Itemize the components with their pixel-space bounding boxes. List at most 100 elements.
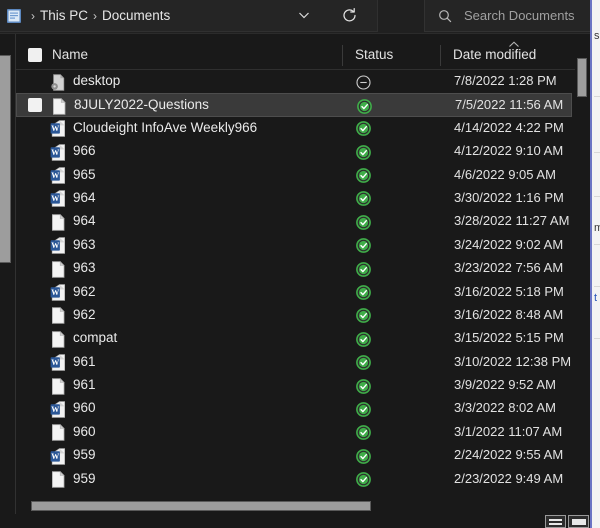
- file-row[interactable]: desktop 7/8/2022 1:28 PM: [16, 70, 572, 93]
- ini-config-file-icon: [50, 73, 66, 91]
- chevron-up-icon: [509, 41, 519, 47]
- file-date-modified: 3/1/2022 11:07 AM: [454, 423, 563, 439]
- documents-folder-icon: [7, 8, 21, 23]
- file-explorer-window: › This PC › Documents Search Documents N…: [0, 0, 590, 528]
- file-row[interactable]: 962 3/16/2022 8:48 AM: [16, 304, 572, 327]
- file-date-modified: 4/14/2022 4:22 PM: [454, 119, 564, 135]
- file-name: 961: [73, 377, 96, 393]
- file-row[interactable]: W 964 3/30/2022 1:16 PM: [16, 187, 572, 210]
- word-document-icon: W: [50, 401, 66, 418]
- svg-text:W: W: [51, 241, 59, 250]
- green-check-icon: [356, 308, 371, 324]
- file-row[interactable]: W 959 2/24/2022 9:55 AM: [16, 444, 572, 467]
- word-document-icon: W: [50, 284, 66, 301]
- file-name: 964: [73, 189, 96, 205]
- green-check-icon: [356, 378, 371, 394]
- file-row[interactable]: W 962 3/16/2022 5:18 PM: [16, 281, 572, 304]
- vertical-scrollbar-thumb[interactable]: [577, 58, 587, 97]
- file-row[interactable]: compat 3/15/2022 5:15 PM: [16, 327, 572, 350]
- green-check-icon: [357, 98, 372, 114]
- toolbar: › This PC › Documents: [0, 0, 590, 34]
- search-box[interactable]: [424, 0, 590, 32]
- details-view-icon: [571, 518, 586, 525]
- file-date-modified: 3/16/2022 5:18 PM: [454, 283, 564, 299]
- refresh-icon: [342, 7, 356, 21]
- svg-text:W: W: [51, 452, 59, 461]
- file-row[interactable]: 961 3/9/2022 9:52 AM: [16, 374, 572, 397]
- file-name: 961: [73, 353, 96, 369]
- search-icon: [439, 9, 452, 22]
- background-window[interactable]: s m t: [590, 0, 600, 528]
- file-row[interactable]: 8JULY2022-Questions 7/5/2022 11:56 AM: [16, 93, 572, 117]
- svg-text:W: W: [51, 124, 59, 133]
- file-name: 966: [73, 143, 96, 159]
- file-name: 8JULY2022-Questions: [74, 97, 209, 113]
- green-check-icon: [356, 331, 371, 347]
- file-row[interactable]: 963 3/23/2022 7:56 AM: [16, 257, 572, 280]
- file-row[interactable]: W 961 3/10/2022 12:38 PM: [16, 351, 572, 374]
- bg-rule: [594, 338, 600, 339]
- column-header-status[interactable]: Status: [355, 47, 393, 62]
- list-view-icon: [549, 519, 562, 521]
- file-row[interactable]: 960 3/1/2022 11:07 AM: [16, 421, 572, 444]
- generic-file-icon: [50, 471, 66, 488]
- horizontal-scrollbar-thumb[interactable]: [31, 501, 371, 511]
- status-bar: [0, 514, 590, 528]
- svg-text:W: W: [51, 195, 59, 204]
- file-name: desktop: [73, 73, 121, 88]
- file-name: compat: [73, 330, 118, 346]
- file-name: 959: [73, 470, 96, 486]
- green-check-icon: [356, 355, 371, 371]
- address-bar[interactable]: › This PC › Documents: [0, 0, 378, 32]
- breadcrumb-item-this-pc[interactable]: This PC: [40, 8, 88, 23]
- column-header-date-modified[interactable]: Date modified: [453, 47, 536, 62]
- bg-rule: [594, 244, 600, 245]
- generic-file-icon: [50, 307, 66, 325]
- svg-text:W: W: [51, 171, 59, 180]
- details-view-button[interactable]: [568, 515, 589, 528]
- select-all-checkbox[interactable]: [28, 48, 42, 62]
- generic-file-icon: [50, 377, 66, 395]
- bg-link-fragment[interactable]: t: [594, 292, 597, 304]
- word-document-icon: W: [50, 354, 66, 371]
- breadcrumb-item-documents[interactable]: Documents: [102, 8, 170, 23]
- green-check-icon: [356, 238, 371, 254]
- file-date-modified: 2/23/2022 9:49 AM: [454, 470, 564, 486]
- file-date-modified: 3/3/2022 8:02 AM: [454, 400, 556, 416]
- file-date-modified: 3/28/2022 11:27 AM: [454, 213, 570, 229]
- file-row[interactable]: W 965 4/6/2022 9:05 AM: [16, 164, 572, 187]
- file-list[interactable]: desktop 7/8/2022 1:28 PM 8JULY2022-Questio…: [16, 70, 590, 494]
- file-row[interactable]: W 960 3/3/2022 8:02 AM: [16, 397, 572, 420]
- breadcrumb-dropdown-button[interactable]: [287, 0, 321, 30]
- file-row[interactable]: 959 2/23/2022 9:49 AM: [16, 468, 572, 491]
- svg-text:W: W: [51, 148, 59, 157]
- file-name: 960: [73, 400, 96, 416]
- vertical-scrollbar-track[interactable]: [575, 41, 590, 494]
- bg-rule: [594, 152, 600, 153]
- file-name: 960: [73, 423, 96, 439]
- svg-text:W: W: [51, 288, 59, 297]
- list-view-button[interactable]: [545, 515, 566, 528]
- search-input[interactable]: [464, 8, 584, 23]
- green-check-icon: [356, 144, 371, 160]
- column-divider[interactable]: [440, 45, 441, 66]
- row-checkbox[interactable]: [28, 98, 42, 113]
- file-row[interactable]: 964 3/28/2022 11:27 AM: [16, 210, 572, 233]
- file-row[interactable]: W 966 4/12/2022 9:10 AM: [16, 140, 572, 163]
- file-row[interactable]: W Cloudeight InfoAve Weekly966 4/14/2022 4…: [16, 117, 572, 140]
- column-header-name[interactable]: Name: [52, 47, 88, 62]
- green-check-icon: [356, 402, 371, 417]
- generic-file-icon: [51, 97, 67, 115]
- file-date-modified: 3/15/2022 5:15 PM: [454, 330, 564, 346]
- green-check-icon: [356, 214, 371, 230]
- file-row[interactable]: W 963 3/24/2022 9:02 AM: [16, 234, 572, 257]
- navigation-pane-scrollbar-thumb[interactable]: [0, 55, 11, 263]
- word-document-icon: W: [50, 167, 66, 184]
- column-header-row: Name Status Date modified: [16, 41, 590, 70]
- bg-text-fragment: s: [594, 30, 600, 42]
- file-name: 965: [73, 166, 96, 182]
- column-divider[interactable]: [342, 45, 343, 66]
- refresh-button[interactable]: [329, 0, 369, 30]
- bg-text-fragment: m: [594, 222, 600, 234]
- bg-rule: [594, 286, 600, 287]
